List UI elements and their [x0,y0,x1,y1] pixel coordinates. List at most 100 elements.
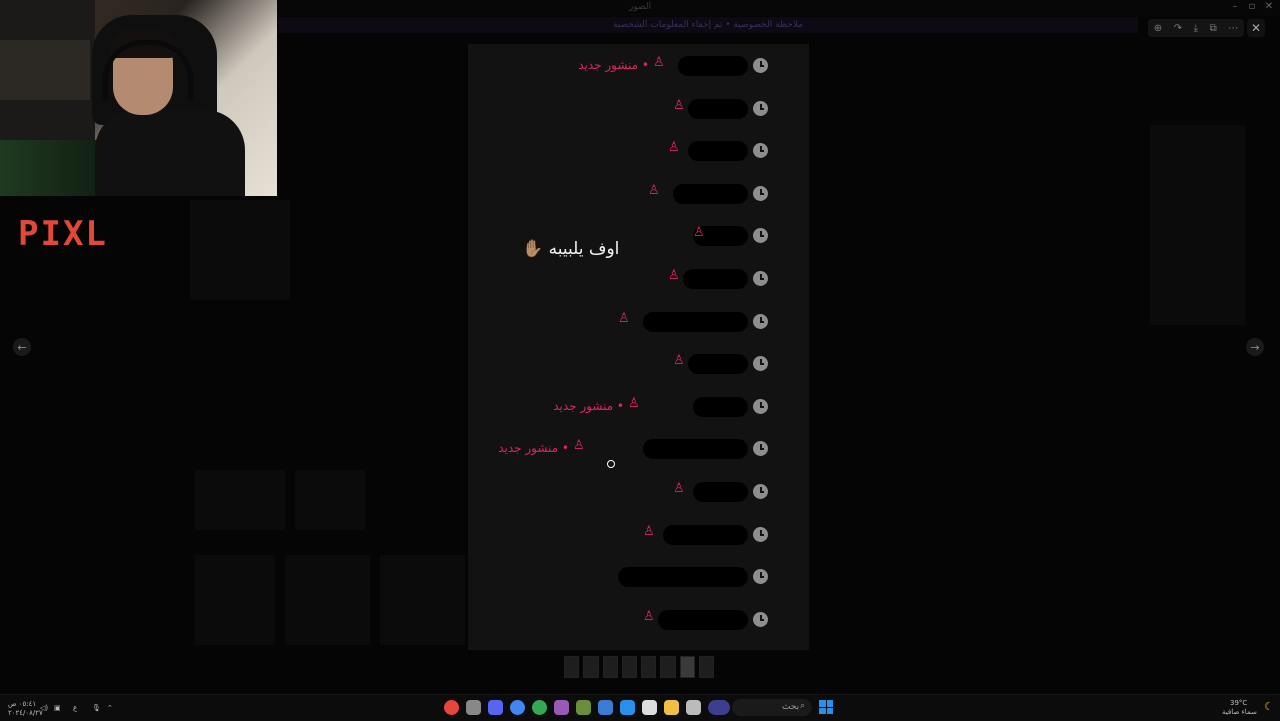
new-post-label: • منشور جديد [553,398,624,413]
moon-icon: ☾ [1264,700,1274,713]
user-icon: ♙ [618,310,630,326]
notification-row[interactable]: ♙ • منشور جديد [468,438,809,461]
edge-icon[interactable] [620,700,635,715]
webcam-overlay [0,0,277,196]
more-icon[interactable]: ⋯ [1228,23,1238,34]
thumbnail[interactable] [679,656,695,678]
notification-row[interactable]: ♙ [468,183,809,206]
user-icon: ♙ [673,481,685,496]
background-card [380,555,465,645]
arrow-left-icon[interactable]: ← [13,338,31,356]
clock-icon [753,100,768,116]
redacted-username [683,269,748,289]
network-icon[interactable]: ▣ [54,704,61,712]
taskbar: ٠٥:٤١ ص ٢٠٢٤/٠٨/٢٧ ◁) ▣ ع 🎙 ⌃ بحث ⌕ 39°C… [0,694,1280,721]
discord-icon[interactable] [488,700,503,715]
clock-icon [753,526,768,542]
chevron-up-icon[interactable]: ⌃ [107,704,113,712]
thumbnail[interactable] [660,656,676,678]
raised-hand-icon: ✋🏽 [522,239,544,259]
calendar-icon[interactable] [642,700,657,715]
start-button[interactable] [819,700,833,714]
thumbnail[interactable] [641,656,657,678]
notification-row[interactable]: ♙ [468,225,809,248]
taskbar-search[interactable]: بحث ⌕ [732,699,812,716]
user-icon: ♙ [673,97,685,113]
redacted-username [643,311,748,332]
privacy-banner: ملاحظة الخصوصية • تم إخفاء المعلومات الش… [278,17,1138,33]
background-sidebar [1150,125,1245,325]
notification-row[interactable]: ♙ [468,481,809,504]
maximize-icon[interactable]: ▫ [1245,1,1259,12]
thumbnail[interactable] [583,656,599,678]
arrow-right-icon[interactable]: → [1246,338,1264,356]
user-icon: ♙ [643,523,655,539]
minimize-icon[interactable]: – [1228,1,1242,12]
user-icon: ♙ [668,268,680,283]
new-post-label: • منشور جديد [498,441,569,456]
user-icon: ♙ [628,395,640,411]
notification-row[interactable]: ♙ [468,97,809,121]
open-external-icon[interactable]: ⧉ [1210,23,1217,34]
notification-row[interactable]: ♙ [468,268,809,291]
background-card [195,470,285,530]
thumbnail[interactable] [698,656,714,678]
clock-icon [753,228,768,244]
language-indicator[interactable]: ع [73,704,77,712]
annotation-text: اوف يلبيبه ✋🏽 [522,239,620,259]
notification-row[interactable]: ♙ [468,608,809,632]
search-icon: ⌕ [800,701,806,711]
download-icon[interactable]: ⤓ [1194,23,1198,34]
clock-icon [753,441,768,457]
redacted-username [693,396,748,417]
redacted-username [693,482,748,502]
notification-row[interactable]: ♙ [468,353,809,376]
user-icon: ♙ [693,225,705,241]
clock-icon [753,313,768,329]
chrome-icon[interactable] [532,700,547,715]
clock-icon [753,484,768,499]
clock-time: ٠٥:٤١ ص [8,700,37,708]
thumbnail[interactable] [621,656,637,678]
redacted-username [678,56,748,76]
window-icon[interactable] [686,700,701,715]
notification-row[interactable]: ♙ • منشور جديد [468,55,809,78]
user-icon: ♙ [673,353,685,369]
banner-text: ملاحظة الخصوصية • تم إخفاء المعلومات الش… [612,20,804,30]
game-icon[interactable] [554,700,569,715]
notification-row[interactable]: ♙ [468,523,809,547]
redacted-username [688,354,748,375]
viewer-toolbar: ⊕ ↷ ⤓ ⧉ ⋯ [1148,19,1244,37]
notification-row[interactable]: ♙ [468,310,809,334]
volume-icon[interactable]: ◁) [40,704,48,712]
zoom-icon[interactable]: ⊕ [1154,23,1162,34]
folder-icon[interactable] [664,700,679,715]
rotate-icon[interactable]: ↷ [1174,23,1182,34]
clock-icon [753,271,768,286]
redacted-username [673,183,748,204]
clock-icon [753,185,768,201]
image-viewer: ♙ • منشور جديد ♙ ♙ ♙ ♙ ♙ ♙ ♙ ♙ • منشور جديد ♙ • منشو… [468,44,809,650]
background-image [190,200,290,300]
thumbnail[interactable] [564,656,580,678]
user-icon: ♙ [643,608,655,624]
clock-icon [753,569,768,585]
thumbnail[interactable] [602,656,618,678]
user-icon: ♙ [573,438,585,454]
close-icon[interactable]: ✕ [1262,1,1276,12]
chrome-icon[interactable] [510,700,525,715]
viewer-close-button[interactable]: ✕ [1247,19,1265,37]
widgets-icon[interactable] [708,700,730,715]
mic-icon[interactable]: 🎙 [92,704,101,712]
redacted-username [663,524,748,545]
chrome-icon[interactable] [444,700,459,715]
minecraft-icon[interactable] [576,700,591,715]
notification-row[interactable]: ♙ [468,140,809,163]
photos-icon[interactable] [598,700,613,715]
notification-row[interactable]: ♙ • منشور جديد [468,395,809,419]
redacted-username [688,98,748,119]
notification-row[interactable] [468,567,809,589]
clock-icon [753,398,768,414]
search-label: بحث [782,702,800,712]
settings-icon[interactable] [466,700,481,715]
